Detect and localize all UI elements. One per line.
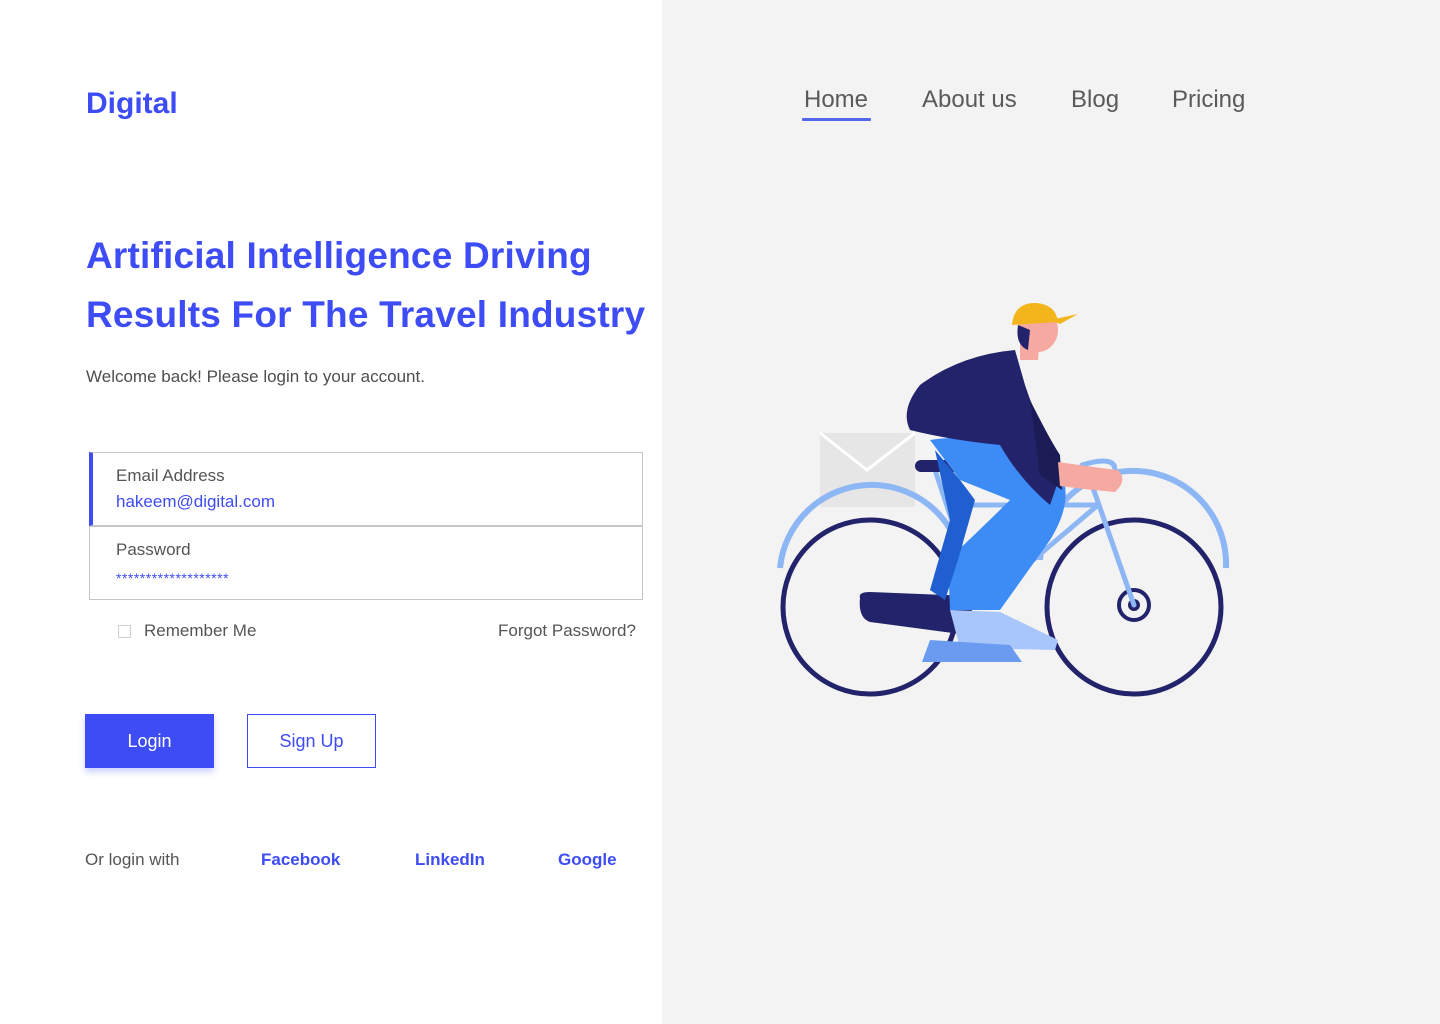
nav-about-us[interactable]: About us	[922, 86, 1017, 114]
login-panel: Digital Artificial Intelligence Driving …	[0, 0, 662, 1024]
headline-line-2: Results For The Travel Industry	[86, 294, 646, 335]
linkedin-login-link[interactable]: LinkedIn	[415, 848, 485, 872]
login-button[interactable]: Login	[85, 714, 214, 768]
remember-me-checkbox[interactable]	[118, 624, 131, 638]
welcome-subtitle: Welcome back! Please login to your accou…	[86, 367, 425, 386]
nav-active-indicator	[802, 118, 871, 121]
top-nav: Home About us Blog Pricing	[662, 86, 1440, 126]
headline-line-1: Artificial Intelligence Driving	[86, 235, 592, 276]
password-input[interactable]	[116, 567, 616, 589]
email-field-label: Email Address	[116, 466, 225, 485]
nav-blog[interactable]: Blog	[1071, 86, 1119, 114]
google-login-link[interactable]: Google	[558, 848, 617, 872]
password-field[interactable]: Password	[89, 526, 643, 600]
email-input[interactable]	[116, 491, 616, 513]
social-login-label: Or login with	[85, 850, 180, 869]
password-field-label: Password	[116, 540, 191, 559]
signup-button[interactable]: Sign Up	[247, 714, 376, 768]
email-field[interactable]: Email Address	[89, 452, 643, 526]
brand-logo[interactable]: Digital	[86, 84, 178, 124]
cyclist-with-envelope-illustration	[777, 302, 1230, 697]
remember-me[interactable]: Remember Me	[118, 620, 256, 642]
page-title: Artificial Intelligence Driving Results …	[86, 226, 662, 344]
remember-me-label[interactable]: Remember Me	[144, 620, 256, 642]
nav-pricing[interactable]: Pricing	[1172, 86, 1245, 114]
social-login-row: Or login with Facebook LinkedIn Google	[0, 848, 662, 872]
facebook-login-link[interactable]: Facebook	[261, 848, 340, 872]
nav-home[interactable]: Home	[804, 86, 868, 114]
forgot-password-link[interactable]: Forgot Password?	[498, 620, 636, 642]
